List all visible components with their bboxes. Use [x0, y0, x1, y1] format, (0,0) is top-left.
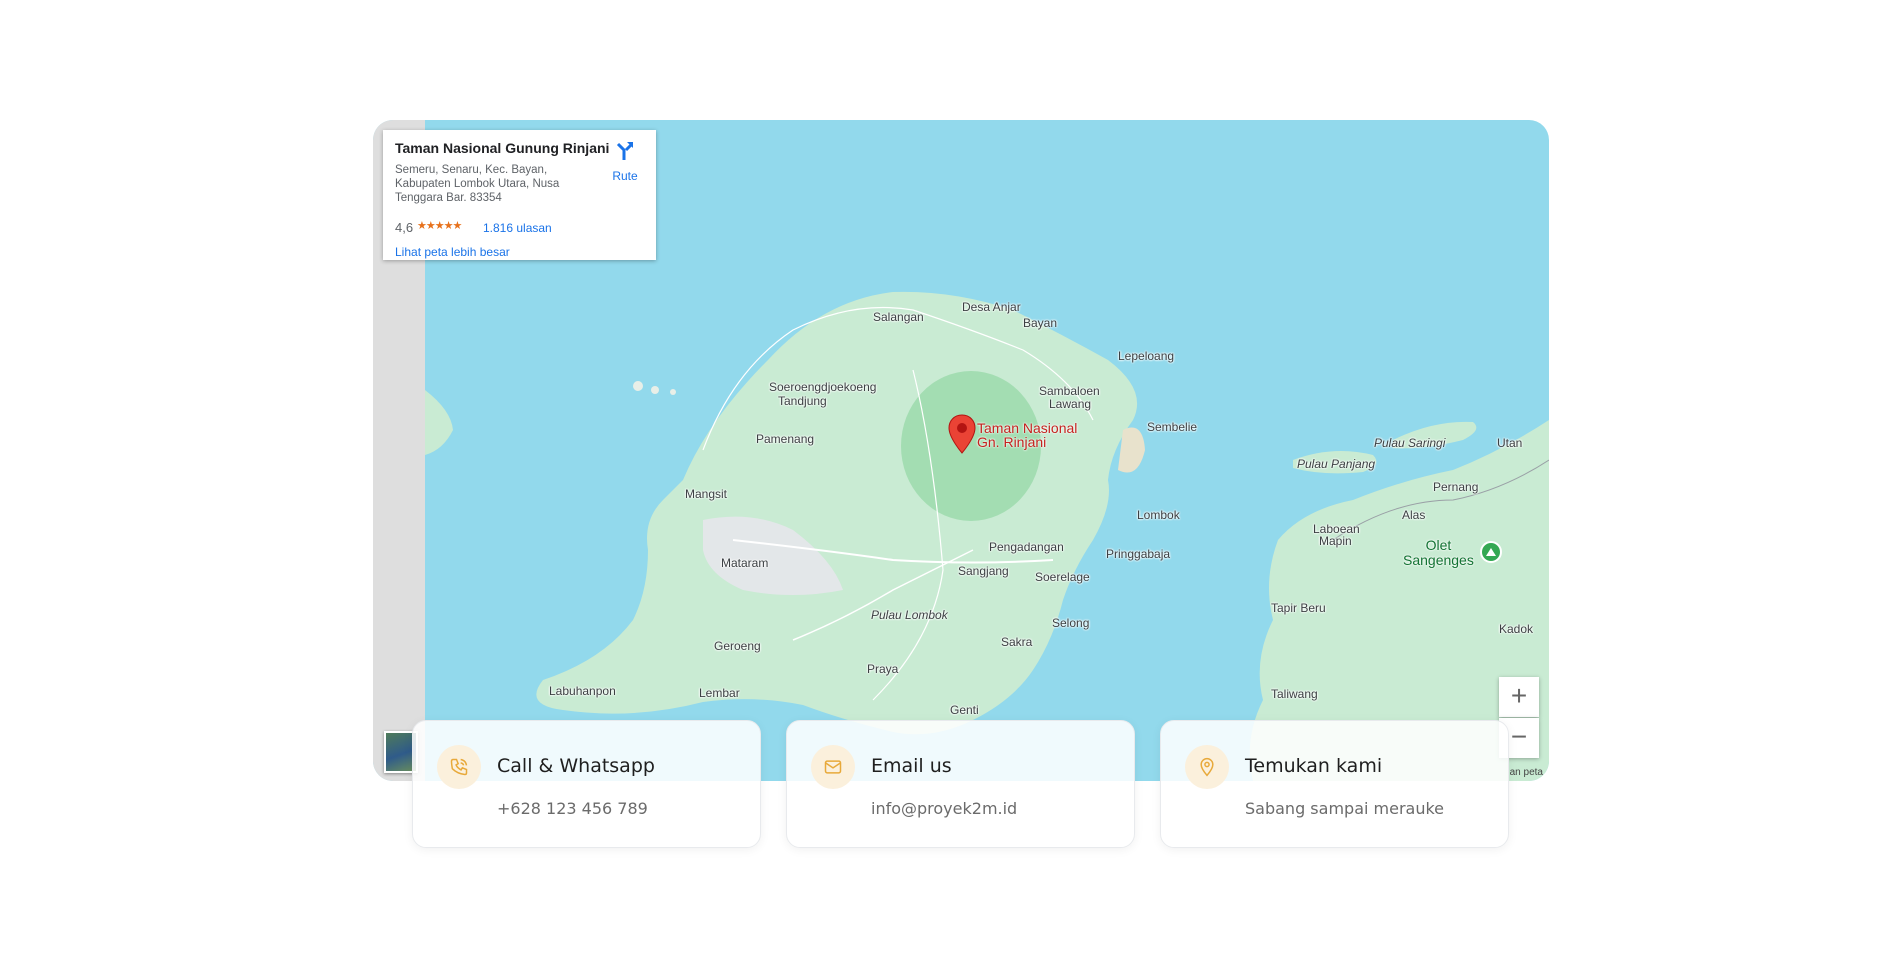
contact-title: Email us — [871, 755, 952, 777]
park-label: Olet Sangenges — [1403, 538, 1474, 568]
larger-map-link[interactable]: Lihat peta lebih besar — [395, 245, 510, 259]
contact-location-text: Sabang sampai merauke — [1245, 799, 1445, 818]
zoom-in-button[interactable]: + — [1499, 677, 1539, 717]
location-pin-icon — [1185, 745, 1229, 789]
place-label: Pulau Saringi — [1374, 436, 1446, 450]
rating-stars-icon: ★★★★★ — [417, 220, 462, 232]
directions-icon — [616, 142, 634, 160]
place-label: Pringgabaja — [1106, 547, 1171, 561]
poi-label-line1: Taman Nasional — [977, 420, 1078, 436]
place-label: Pulau Panjang — [1297, 457, 1376, 471]
reviews-link[interactable]: 1.816 ulasan — [483, 221, 552, 235]
place-label: Mataram — [721, 556, 769, 570]
place-label: Mangsit — [685, 487, 728, 501]
place-label: Salangan — [873, 310, 924, 324]
poi-label-line2: Gn. Rinjani — [977, 434, 1047, 450]
contact-card-phone[interactable]: Call & Whatsapp +628 123 456 789 — [412, 720, 761, 848]
place-label: Soerelage — [1035, 570, 1090, 584]
contact-card-email[interactable]: Email us info@proyek2m.id — [786, 720, 1135, 848]
contact-email-address[interactable]: info@proyek2m.id — [871, 799, 1017, 818]
place-label: Sambaloen — [1039, 384, 1100, 398]
place-label: Taliwang — [1271, 687, 1318, 701]
place-label: Pengadangan — [989, 540, 1064, 554]
place-label: Kadok — [1499, 622, 1534, 636]
island-west — [425, 390, 453, 455]
place-label: Tandjung — [778, 394, 827, 408]
place-label: Lawang — [1049, 397, 1092, 411]
contact-card-location[interactable]: Temukan kami Sabang sampai merauke — [1160, 720, 1509, 848]
place-label: Desa Anjar — [962, 300, 1021, 314]
place-label: Labuhanpon — [549, 684, 616, 698]
phone-icon — [437, 745, 481, 789]
place-label: Tapir Beru — [1271, 601, 1326, 615]
place-name: Taman Nasional Gunung Rinjani — [395, 140, 610, 156]
contact-title: Call & Whatsapp — [497, 755, 655, 777]
place-label: Selong — [1052, 616, 1090, 630]
place-label: Lepeloang — [1118, 349, 1175, 363]
place-label: Mapin — [1319, 534, 1352, 548]
lombok-island — [536, 291, 1138, 735]
place-rating: 4,6 — [395, 220, 414, 235]
poi-label: Taman Nasional Gn. Rinjani — [977, 421, 1077, 449]
place-label: Lombok — [1137, 508, 1180, 522]
place-info-card: Taman Nasional Gunung Rinjani Semeru, Se… — [383, 130, 656, 260]
islet — [651, 386, 659, 394]
map-marker-icon[interactable] — [948, 414, 976, 454]
place-label: Geroeng — [714, 639, 761, 653]
park-label-line2: Sangenges — [1403, 552, 1474, 568]
place-label: Utan — [1497, 436, 1523, 450]
park-label-line1: Olet — [1425, 537, 1452, 553]
park-icon[interactable] — [1480, 541, 1502, 563]
map-embed[interactable]: Salangan Desa Anjar Bayan Lepeloang Soer… — [373, 120, 1549, 781]
route-button[interactable]: Rute — [605, 140, 645, 186]
islet — [633, 381, 643, 391]
place-label: Genti — [950, 703, 979, 717]
contact-title: Temukan kami — [1245, 755, 1383, 777]
place-label: Sembelie — [1147, 420, 1198, 434]
place-label: Sangjang — [958, 564, 1009, 578]
mail-icon — [811, 745, 855, 789]
contact-phone-number[interactable]: +628 123 456 789 — [497, 799, 648, 818]
place-label: Praya — [867, 662, 899, 676]
place-label: Pamenang — [756, 432, 815, 446]
place-address: Semeru, Senaru, Kec. Bayan, Kabupaten Lo… — [395, 164, 560, 204]
place-label: Sakra — [1001, 635, 1033, 649]
place-label: Bayan — [1023, 316, 1058, 330]
islet — [670, 389, 676, 395]
place-label: Pernang — [1433, 480, 1479, 494]
place-label: Alas — [1402, 508, 1426, 522]
place-label: Pulau Lombok — [871, 608, 948, 622]
map-credit[interactable]: an peta — [1510, 767, 1543, 778]
route-label: Rute — [612, 169, 638, 183]
place-label: Lembar — [699, 686, 740, 700]
place-label: Soeroengdjoekoeng — [769, 380, 877, 394]
